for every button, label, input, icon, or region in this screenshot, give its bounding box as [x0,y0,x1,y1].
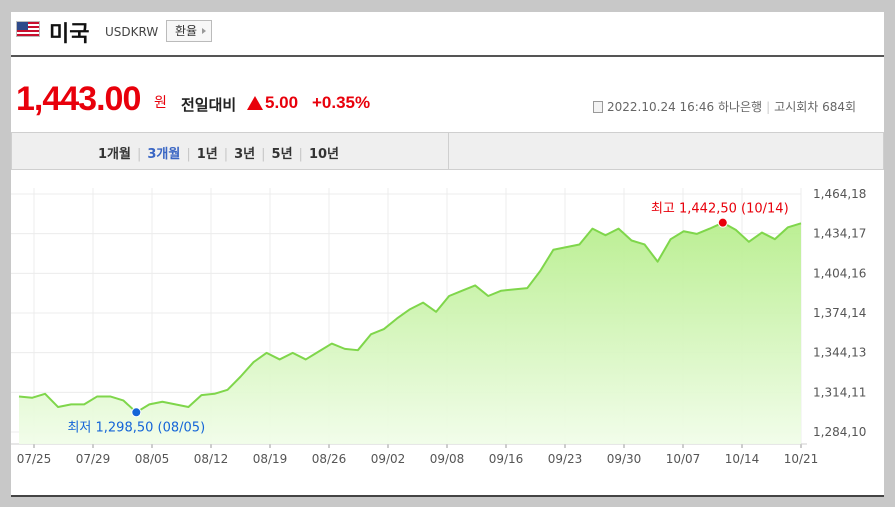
x-tick-label: 08/26 [312,452,347,466]
x-tick-label: 09/23 [548,452,583,466]
data-point [759,230,765,236]
data-point [694,231,700,237]
data-point [707,226,713,232]
data-point [681,228,687,234]
y-tick-label: 1,434,17 [813,227,866,241]
y-tick-label: 1,404,16 [813,266,866,280]
x-tick-label: 08/05 [135,452,170,466]
data-point [16,393,22,399]
data-point [433,309,439,315]
data-point [329,341,335,347]
data-point [537,268,543,274]
x-tick-label: 10/14 [725,452,760,466]
data-point [94,393,100,399]
x-tick-label: 08/12 [194,452,229,466]
y-tick-label: 1,464,18 [813,187,866,201]
data-point [303,356,309,362]
y-tick-label: 1,344,13 [813,346,866,360]
data-point [185,404,191,410]
low-label: 최저 1,298,50 (08/05) [67,420,205,435]
high-marker [717,217,728,228]
data-point [68,401,74,407]
data-point [290,350,296,356]
x-tick-label: 09/02 [371,452,406,466]
data-point [212,391,218,397]
exchange-rate-panel: 미국 USDKRW 환율 1,443.00 원 전일대비 5.00 +0.35%… [11,12,884,497]
x-tick-label: 09/16 [489,452,524,466]
data-point [264,350,270,356]
data-point [511,286,517,292]
y-tick-label: 1,284,10 [813,425,866,439]
data-point [485,293,491,299]
y-tick-label: 1,374,14 [813,306,866,320]
exchange-rate-chart: 1,464,18 1,434,17 1,404,16 1,374,14 1,344,13… [11,187,866,466]
x-tick-label: 07/25 [17,452,52,466]
data-point [381,326,387,332]
high-label: 최고 1,442,50 (10/14) [651,202,789,217]
data-point [629,237,635,243]
data-point [251,359,257,365]
data-point [459,288,465,294]
data-point [146,401,152,407]
data-point [120,397,126,403]
data-point [29,395,35,401]
data-point [225,387,231,393]
data-point [472,282,478,288]
data-point [746,239,752,245]
data-point [642,241,648,247]
x-tick-label: 07/29 [76,452,111,466]
data-point [277,356,283,362]
data-point [198,392,204,398]
data-point [394,315,400,321]
data-point [668,236,674,242]
data-point [355,347,361,353]
data-point [798,220,804,226]
data-point [498,288,504,294]
data-point [785,224,791,230]
data-point [407,306,413,312]
data-point [172,401,178,407]
data-point [159,399,165,405]
data-point [603,232,609,238]
data-point [342,346,348,352]
data-point [563,244,569,250]
data-point [589,226,595,232]
data-point [772,236,778,242]
x-tick-label: 09/30 [607,452,642,466]
x-tick-label: 09/08 [430,452,465,466]
data-point [81,401,87,407]
data-point [368,331,374,337]
y-tick-label: 1,314,11 [813,385,866,399]
data-point [420,300,426,306]
data-point [550,247,556,253]
data-point [446,293,452,299]
data-point [616,226,622,232]
x-tick-label: 10/07 [666,452,701,466]
data-point [524,285,530,291]
data-point [238,374,244,380]
data-point [576,241,582,247]
data-point [733,227,739,233]
low-marker [131,407,142,418]
x-tick-label: 10/21 [784,452,819,466]
bottom-divider [11,495,884,497]
x-tick-label: 08/19 [253,452,288,466]
data-point [107,393,113,399]
data-point [42,391,48,397]
data-point [316,349,322,355]
data-point [655,259,661,265]
data-point [55,404,61,410]
